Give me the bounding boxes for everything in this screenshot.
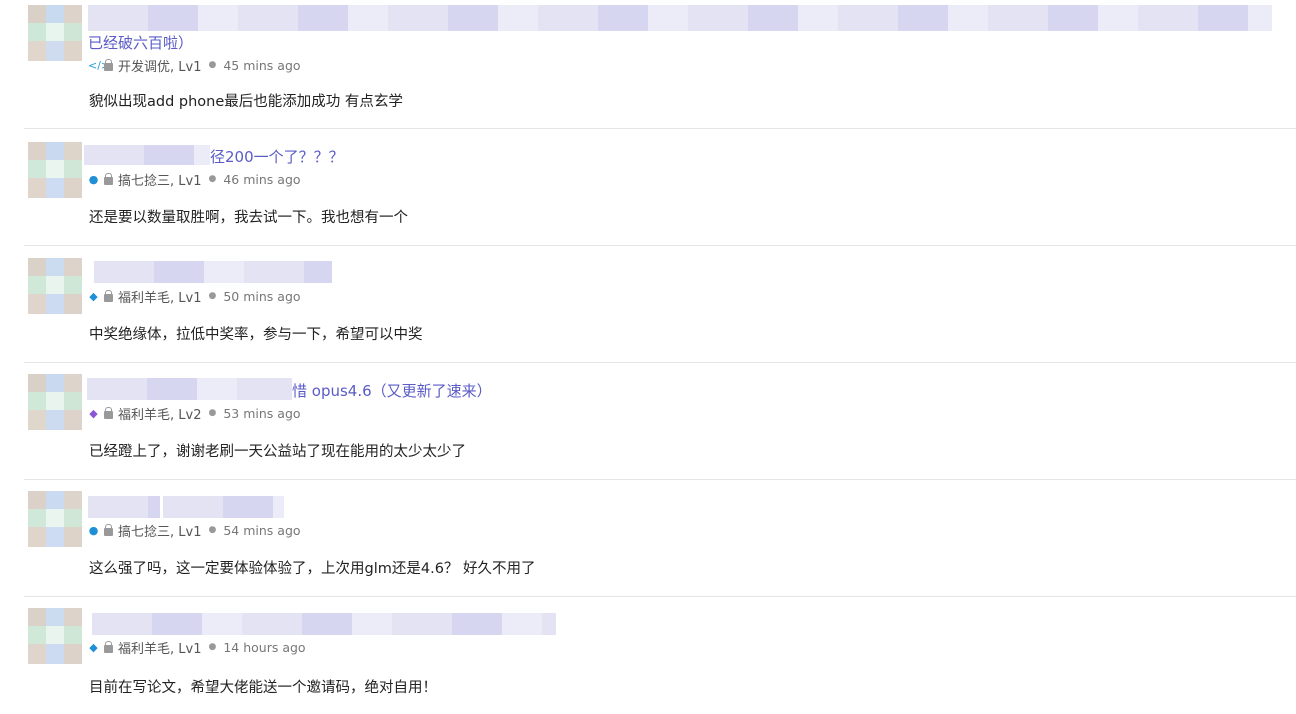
topic-title-link[interactable]: 已经破六百啦） xyxy=(88,32,193,56)
topic-title-link[interactable]: 惜 opus4.6（又更新了速来） xyxy=(292,380,492,404)
timestamp: 54 mins ago xyxy=(223,522,301,538)
droplet-icon: ● xyxy=(88,523,99,537)
list-item: ◆ 福利羊毛, Lv1 ● 50 mins ago 中奖绝缘体，拉低中奖率，参与… xyxy=(24,246,1296,363)
category-link[interactable]: 福利羊毛, Lv2 xyxy=(118,404,201,423)
blurred-title xyxy=(87,378,292,400)
avatar[interactable] xyxy=(28,608,82,664)
separator-dot: ● xyxy=(208,291,217,301)
timestamp: 45 mins ago xyxy=(223,57,301,73)
blurred-title xyxy=(88,496,160,518)
list-item: 惜 opus4.6（又更新了速来） ◆ 福利羊毛, Lv2 ● 53 mins … xyxy=(24,363,1296,480)
topic-excerpt: 貌似出现add phone最后也能添加成功 有点玄学 xyxy=(89,94,403,110)
category-link[interactable]: 搞七捻三, Lv1 xyxy=(118,521,201,540)
lock-icon xyxy=(104,406,113,419)
lock-icon xyxy=(104,58,113,71)
topic-meta: ◆ 福利羊毛, Lv1 ● 14 hours ago xyxy=(88,638,306,657)
topic-excerpt: 目前在写论文，希望大佬能送一个邀请码，绝对自用！ xyxy=(89,680,437,696)
blurred-title xyxy=(84,145,210,165)
avatar[interactable] xyxy=(28,5,82,61)
list-item: 径200一个了？？？ ● 搞七捻三, Lv1 ● 46 mins ago 还是要… xyxy=(24,129,1296,246)
topic-excerpt: 已经蹬上了，谢谢老刷一天公益站了现在能用的太少太少了 xyxy=(89,444,466,460)
timestamp: 14 hours ago xyxy=(223,639,306,655)
lock-icon xyxy=(104,640,113,653)
lock-icon xyxy=(104,289,113,302)
topic-excerpt: 还是要以数量取胜啊，我去试一下。我也想有一个 xyxy=(89,210,408,226)
topic-meta: </> 开发调优, Lv1 ● 45 mins ago xyxy=(88,56,301,75)
blurred-title xyxy=(92,613,556,635)
piggy-icon: ◆ xyxy=(89,289,98,303)
separator-dot: ● xyxy=(208,525,217,535)
topic-title-link[interactable]: 径200一个了？？？ xyxy=(210,146,344,170)
lock-icon xyxy=(104,172,113,185)
separator-dot: ● xyxy=(208,174,217,184)
separator-dot: ● xyxy=(208,60,217,70)
piggy-icon: ◆ xyxy=(89,640,98,654)
list-item: ● 搞七捻三, Lv1 ● 54 mins ago 这么强了吗，这一定要体验体验… xyxy=(24,480,1296,597)
code-icon: </> xyxy=(88,58,111,72)
droplet-icon: ● xyxy=(88,172,99,186)
topic-meta: ◆ 福利羊毛, Lv1 ● 50 mins ago xyxy=(88,287,301,306)
avatar[interactable] xyxy=(28,374,82,430)
avatar[interactable] xyxy=(28,142,82,198)
separator-dot: ● xyxy=(208,642,217,652)
topic-meta: ● 搞七捻三, Lv1 ● 54 mins ago xyxy=(88,521,301,540)
topic-meta: ● 搞七捻三, Lv1 ● 46 mins ago xyxy=(88,170,301,189)
category-link[interactable]: 福利羊毛, Lv1 xyxy=(118,638,201,657)
timestamp: 50 mins ago xyxy=(223,288,301,304)
avatar[interactable] xyxy=(28,258,82,314)
blurred-title xyxy=(163,496,284,518)
lock-icon xyxy=(104,523,113,536)
blurred-title xyxy=(94,261,332,283)
avatar[interactable] xyxy=(28,491,82,547)
piggy-icon: ◆ xyxy=(89,406,98,420)
list-item: ◆ 福利羊毛, Lv1 ● 14 hours ago 目前在写论文，希望大佬能送… xyxy=(24,597,1296,714)
list-item: 已经破六百啦） </> 开发调优, Lv1 ● 45 mins ago 貌似出现… xyxy=(24,0,1296,129)
timestamp: 46 mins ago xyxy=(223,171,301,187)
timestamp: 53 mins ago xyxy=(223,405,301,421)
blurred-title xyxy=(88,5,1272,31)
topic-excerpt: 中奖绝缘体，拉低中奖率，参与一下，希望可以中奖 xyxy=(89,327,423,343)
category-link[interactable]: 开发调优, Lv1 xyxy=(118,56,201,75)
separator-dot: ● xyxy=(208,408,217,418)
category-link[interactable]: 福利羊毛, Lv1 xyxy=(118,287,201,306)
topic-meta: ◆ 福利羊毛, Lv2 ● 53 mins ago xyxy=(88,404,301,423)
category-link[interactable]: 搞七捻三, Lv1 xyxy=(118,170,201,189)
topic-excerpt: 这么强了吗，这一定要体验体验了，上次用glm还是4.6？ 好久不用了 xyxy=(89,561,536,577)
